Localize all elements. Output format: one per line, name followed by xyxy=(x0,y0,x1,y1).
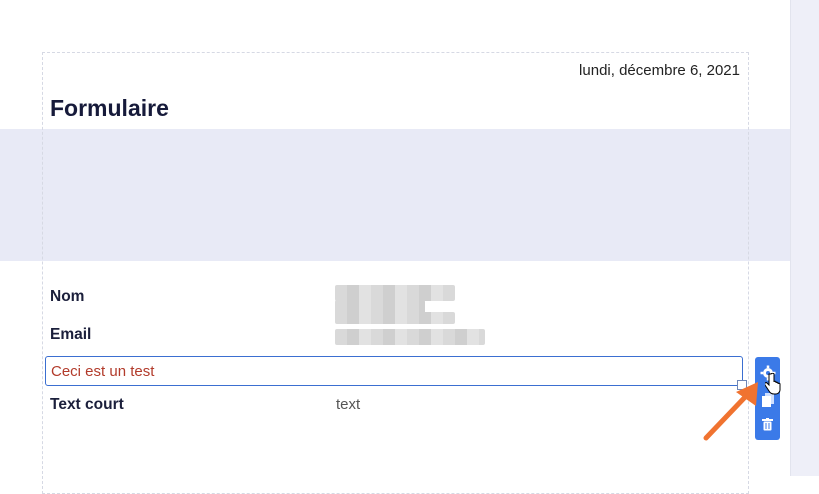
field-label-email: Email xyxy=(50,326,92,343)
hand-cursor-icon xyxy=(765,373,781,395)
form-canvas: lundi, décembre 6, 2021 Formulaire xyxy=(42,52,749,494)
right-scroll-panel xyxy=(790,0,819,476)
redacted-email-value xyxy=(335,312,455,324)
field-label-nom: Nom xyxy=(50,288,85,305)
selected-text-element[interactable]: Ceci est un test xyxy=(45,356,743,386)
field-label-text-court: Text court xyxy=(50,396,124,413)
form-title: Formulaire xyxy=(50,95,169,121)
annotation-arrow-icon xyxy=(703,382,758,441)
redacted-name-value xyxy=(335,285,455,301)
form-date: lundi, décembre 6, 2021 xyxy=(579,62,740,79)
field-value-text-court: text xyxy=(336,396,361,413)
redacted-email-value-2 xyxy=(335,329,485,345)
